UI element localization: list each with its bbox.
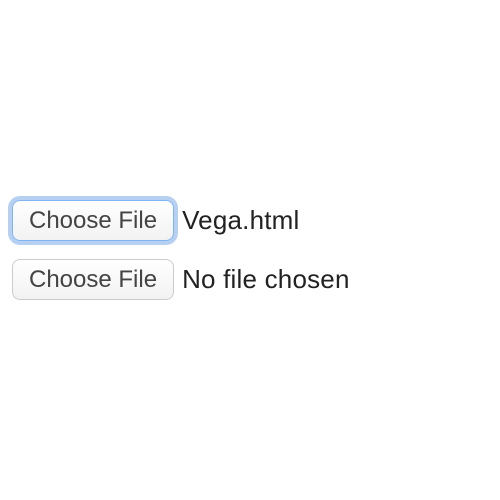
choose-file-button[interactable]: Choose File <box>12 200 174 241</box>
choose-file-button[interactable]: Choose File <box>12 259 174 300</box>
selected-filename: Vega.html <box>182 205 299 236</box>
selected-filename: No file chosen <box>182 264 350 295</box>
file-input-row-1: Choose File Vega.html <box>12 200 500 241</box>
file-input-row-2: Choose File No file chosen <box>12 259 500 300</box>
